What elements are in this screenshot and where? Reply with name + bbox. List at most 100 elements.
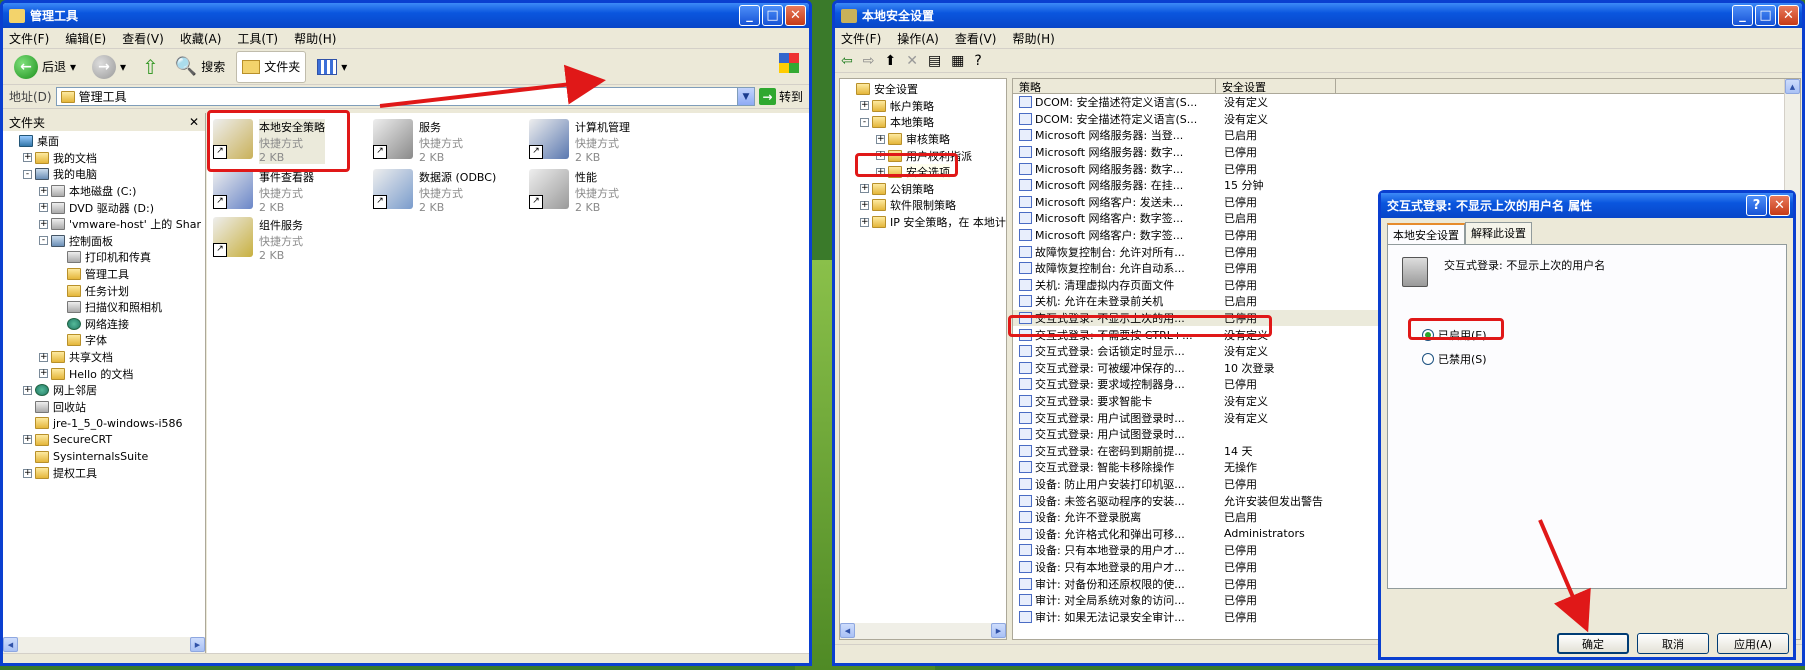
search-button[interactable]: 🔍 搜索 — [170, 53, 230, 80]
tree-item[interactable]: 管理工具 — [3, 265, 205, 283]
help-icon[interactable]: ? — [974, 53, 981, 69]
column-header-policy[interactable]: 策略 — [1013, 79, 1216, 94]
close-icon[interactable]: ✕ — [189, 115, 199, 129]
menu-item[interactable]: 文件(F) — [9, 30, 49, 47]
menu-item[interactable]: 工具(T) — [237, 30, 278, 47]
menu-item[interactable]: 帮助(H) — [294, 30, 336, 47]
cancel-button[interactable]: 取消 — [1637, 633, 1709, 654]
expander-icon[interactable]: - — [39, 236, 48, 246]
shortcut-item[interactable]: 事件查看器快捷方式2 KB — [213, 169, 314, 214]
policy-tree-item[interactable]: - 本地策略 — [840, 114, 1006, 131]
policy-tree-item[interactable]: + 审核策略 — [840, 131, 1006, 148]
expander-icon[interactable]: + — [876, 134, 885, 144]
horizontal-scrollbar[interactable]: ◀ ▶ — [3, 637, 205, 653]
tree-item[interactable]: 网络连接 — [3, 316, 205, 333]
expander-icon[interactable]: - — [23, 169, 32, 179]
back-arrow-icon[interactable]: ⇦ — [841, 53, 853, 69]
delete-icon[interactable]: ✕ — [906, 53, 918, 69]
expander-icon[interactable]: + — [23, 385, 32, 395]
minimize-button[interactable]: _ — [739, 5, 760, 26]
expander-icon[interactable]: + — [23, 153, 32, 163]
tree-item[interactable]: + 我的文档 — [3, 150, 205, 167]
tree-item[interactable]: - 控制面板 — [3, 233, 205, 250]
tree-item[interactable]: + Hello 的文档 — [3, 365, 205, 382]
shortcut-item[interactable]: 组件服务快捷方式2 KB — [213, 217, 303, 262]
tree-item[interactable]: 任务计划 — [3, 282, 205, 299]
forward-arrow-icon[interactable]: ⇨ — [863, 53, 875, 69]
horizontal-scrollbar[interactable]: ◀ ▶ — [840, 623, 1006, 639]
tree-item[interactable]: + DVD 驱动器 (D:) — [3, 199, 205, 216]
back-button[interactable]: ← 后退 ▾ — [9, 52, 81, 82]
policy-row[interactable]: Microsoft 网络服务器: 当登... 已启用 — [1013, 127, 1800, 144]
expander-icon[interactable]: + — [39, 352, 48, 362]
maximize-button[interactable]: □ — [1755, 5, 1776, 26]
disabled-radio[interactable]: 已禁用(S) — [1422, 351, 1487, 367]
menu-item[interactable]: 收藏(A) — [180, 30, 222, 47]
menu-item[interactable]: 查看(V) — [955, 30, 997, 47]
go-button[interactable]: → 转到 — [758, 88, 803, 105]
folders-button[interactable]: 文件夹 — [236, 50, 307, 83]
tree-item[interactable]: 桌面 — [3, 133, 205, 150]
shortcut-item[interactable]: 性能快捷方式2 KB — [529, 169, 619, 214]
policy-tree-item[interactable]: 安全设置 — [840, 81, 1006, 98]
up-folder-icon[interactable]: ⬆ — [884, 53, 896, 69]
properties-icon[interactable]: ▤ — [928, 53, 941, 69]
menu-item[interactable]: 帮助(H) — [1012, 30, 1054, 47]
tree-item[interactable]: + 提权工具 — [3, 465, 205, 482]
export-list-icon[interactable]: ▦ — [951, 53, 964, 69]
tab-local-security-setting[interactable]: 本地安全设置 — [1387, 223, 1465, 245]
dialog-title-bar[interactable]: 交互式登录: 不显示上次的用户名 属性 ? ✕ — [1381, 193, 1793, 218]
expander-icon[interactable]: + — [23, 468, 32, 478]
close-button[interactable]: ✕ — [1769, 195, 1790, 216]
shortcut-item[interactable]: 计算机管理快捷方式2 KB — [529, 119, 630, 164]
policy-tree-item[interactable]: + 帐户策略 — [840, 98, 1006, 115]
title-bar[interactable]: 管理工具 _ □ ✕ — [3, 3, 809, 28]
menu-item[interactable]: 编辑(E) — [65, 30, 106, 47]
tree-item[interactable]: 字体 — [3, 332, 205, 349]
policy-row[interactable]: DCOM: 安全描述符定义语言(S... 没有定义 — [1013, 111, 1800, 128]
tree-item[interactable]: 回收站 — [3, 399, 205, 416]
expander-icon[interactable]: + — [39, 203, 48, 213]
expander-icon[interactable]: + — [23, 435, 32, 445]
expander-icon[interactable]: + — [39, 219, 48, 229]
expander-icon[interactable]: + — [860, 217, 869, 227]
tab-explain[interactable]: 解释此设置 — [1465, 222, 1532, 244]
title-bar[interactable]: 本地安全设置 _ □ ✕ — [835, 3, 1802, 28]
help-button[interactable]: ? — [1746, 195, 1767, 216]
tree-item[interactable]: 打印机和传真 — [3, 249, 205, 266]
tree-item[interactable]: + 网上邻居 — [3, 382, 205, 399]
expander-icon[interactable]: - — [860, 117, 869, 127]
policy-tree-item[interactable]: + 公钥策略 — [840, 181, 1006, 198]
policy-row[interactable]: Microsoft 网络服务器: 数字... 已停用 — [1013, 160, 1800, 177]
apply-button[interactable]: 应用(A) — [1717, 633, 1789, 654]
expander-icon[interactable]: + — [860, 184, 869, 194]
expander-icon[interactable]: + — [860, 200, 869, 210]
chevron-down-icon[interactable]: ▼ — [736, 88, 754, 105]
policy-row[interactable]: DCOM: 安全描述符定义语言(S... 没有定义 — [1013, 94, 1800, 111]
menu-item[interactable]: 文件(F) — [841, 30, 881, 47]
tree-item[interactable]: + 本地磁盘 (C:) — [3, 183, 205, 200]
tree-item[interactable]: + 'vmware-host' 上的 Shar — [3, 216, 205, 233]
tree-item[interactable]: + 共享文档 — [3, 349, 205, 366]
tree-item[interactable]: - 我的电脑 — [3, 166, 205, 183]
close-button[interactable]: ✕ — [1778, 5, 1799, 26]
shortcut-item[interactable]: 服务快捷方式2 KB — [373, 119, 463, 164]
tree-item[interactable]: jre-1_5_0-windows-i586 — [3, 415, 205, 432]
policy-tree-item[interactable]: + 软件限制策略 — [840, 197, 1006, 214]
tree-item[interactable]: 扫描仪和照相机 — [3, 299, 205, 316]
forward-button[interactable]: → ▾ — [87, 52, 131, 82]
expander-icon[interactable]: + — [860, 101, 869, 111]
expander-icon[interactable]: + — [39, 369, 48, 379]
views-button[interactable]: ▾ — [312, 56, 352, 78]
policy-tree-item[interactable]: + IP 安全策略，在 本地计 — [840, 214, 1006, 231]
maximize-button[interactable]: □ — [762, 5, 783, 26]
shortcut-item[interactable]: 数据源 (ODBC) 快捷方式2 KB — [373, 169, 496, 214]
expander-icon[interactable]: + — [39, 186, 48, 196]
up-folder-button[interactable]: ⇧ — [137, 52, 164, 82]
column-header-setting[interactable]: 安全设置 — [1216, 79, 1336, 94]
minimize-button[interactable]: _ — [1732, 5, 1753, 26]
address-input[interactable]: 管理工具 ▼ — [55, 87, 755, 106]
tree-item[interactable]: + SecureCRT — [3, 432, 205, 449]
close-button[interactable]: ✕ — [785, 5, 806, 26]
policy-row[interactable]: Microsoft 网络服务器: 数字... 已停用 — [1013, 144, 1800, 161]
